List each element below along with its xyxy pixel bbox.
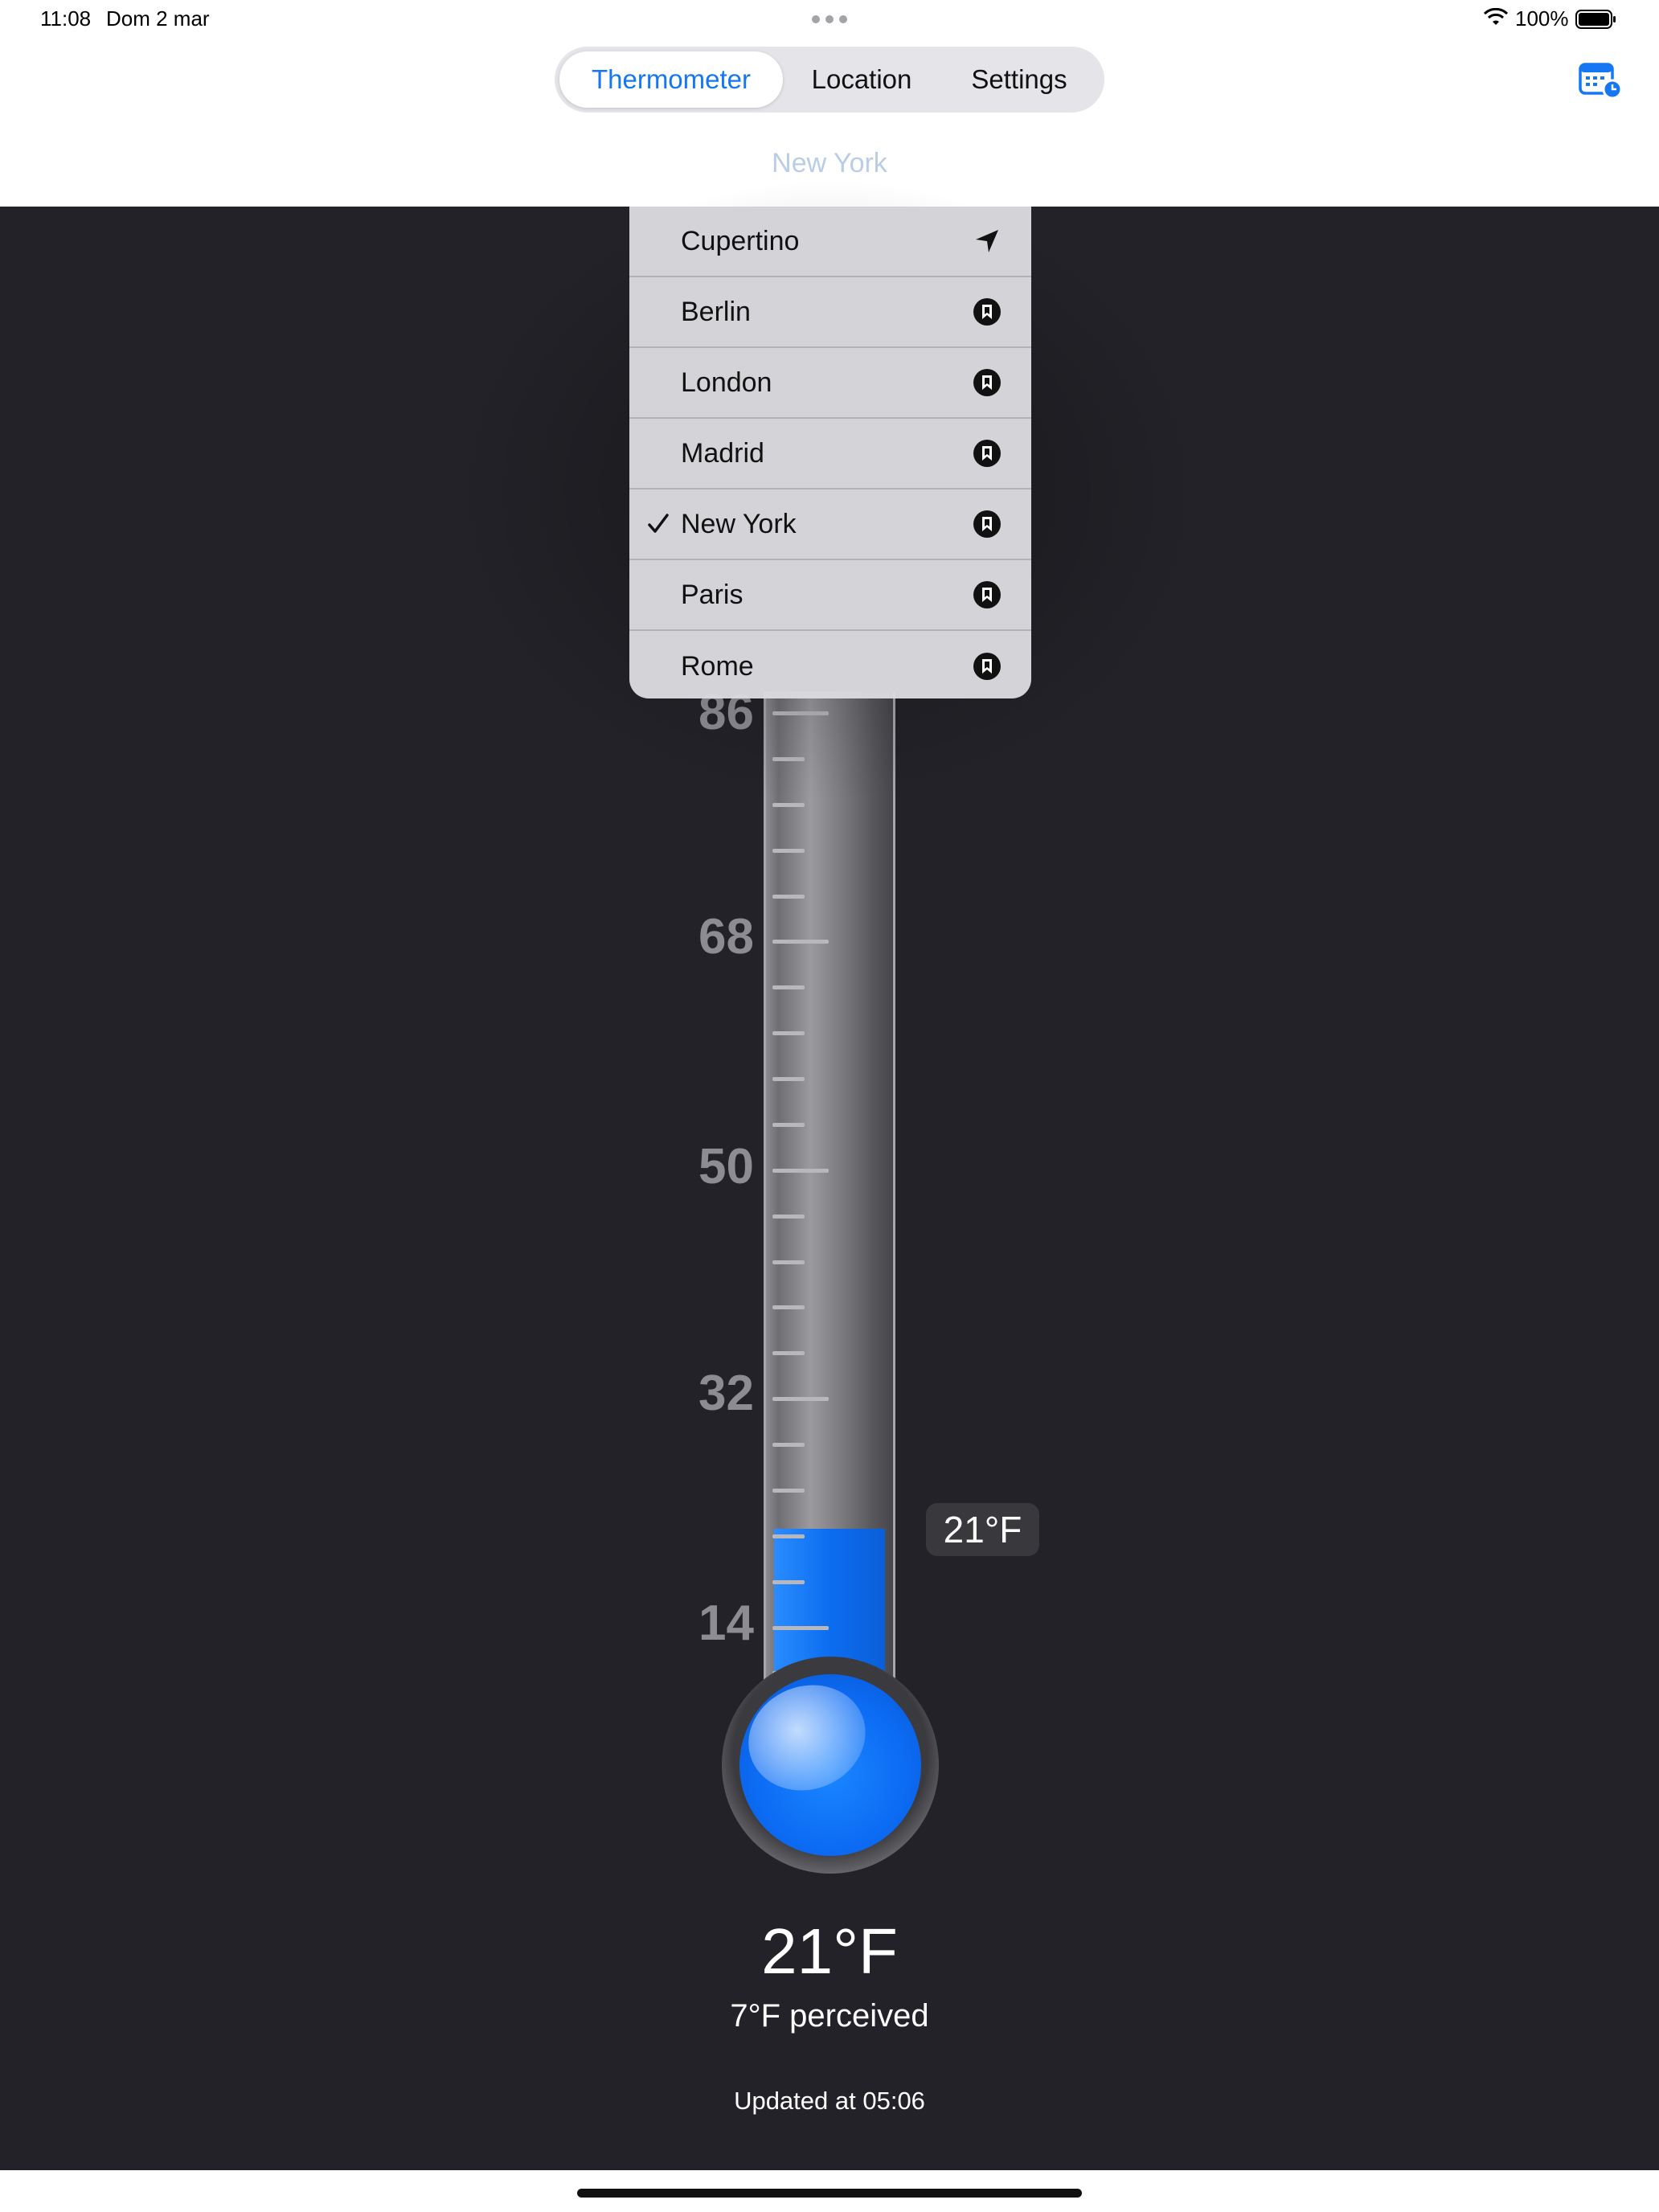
major-tick (772, 1169, 829, 1173)
minor-tick (772, 1031, 805, 1035)
tab-thermometer[interactable]: Thermometer (559, 51, 783, 108)
menu-item-london[interactable]: London (629, 348, 1031, 419)
menu-item-label: London (681, 367, 772, 398)
minor-tick (772, 895, 805, 899)
bookmark-icon (973, 298, 1001, 326)
major-tick (772, 940, 829, 944)
home-indicator[interactable] (577, 2189, 1082, 2198)
bookmark-icon (973, 369, 1001, 396)
battery-icon (1575, 10, 1616, 29)
location-arrow-icon (976, 230, 998, 252)
minor-tick (772, 1443, 805, 1447)
menu-item-paris[interactable]: Paris (629, 560, 1031, 631)
menu-item-label: Rome (681, 650, 754, 682)
calendar-clock-icon[interactable] (1579, 61, 1624, 100)
minor-tick (772, 1489, 805, 1493)
menu-item-madrid[interactable]: Madrid (629, 419, 1031, 490)
bookmark-icon (973, 581, 1001, 608)
menu-item-berlin[interactable]: Berlin (629, 277, 1031, 348)
minor-tick (772, 1580, 805, 1584)
location-title[interactable]: New York (0, 148, 1659, 179)
temperature-callout: 21°F (926, 1503, 1039, 1556)
bookmark-icon (973, 440, 1001, 467)
minor-tick (772, 1215, 805, 1219)
scale-label-50: 50 (698, 1139, 754, 1194)
tab-settings[interactable]: Settings (940, 51, 1098, 108)
battery-percentage: 100% (1515, 6, 1569, 31)
minor-tick (772, 1351, 805, 1355)
menu-item-label: Paris (681, 579, 743, 610)
major-tick (772, 1626, 829, 1630)
scale-label-68: 68 (698, 909, 754, 965)
location-menu: Cupertino Berlin London Madrid New York … (629, 207, 1031, 698)
minor-tick (772, 1305, 805, 1309)
menu-item-label: New York (681, 508, 797, 539)
menu-item-label: Cupertino (681, 225, 800, 256)
minor-tick (772, 1260, 805, 1264)
last-updated: Updated at 05:06 (734, 2087, 925, 2115)
multitasking-dots-icon[interactable] (812, 15, 847, 23)
bookmark-icon (973, 653, 1001, 680)
minor-tick (772, 1077, 805, 1081)
scale-label-14: 14 (698, 1596, 754, 1651)
minor-tick (772, 1534, 805, 1538)
wifi-icon (1484, 8, 1508, 25)
minor-tick (772, 985, 805, 989)
tab-segmented-control: Thermometer Location Settings (555, 47, 1104, 113)
minor-tick (772, 849, 805, 853)
tab-location[interactable]: Location (783, 51, 940, 108)
major-tick (772, 1397, 829, 1401)
bookmark-icon (973, 510, 1001, 538)
checkmark-icon (648, 514, 669, 533)
menu-item-cupertino[interactable]: Cupertino (629, 207, 1031, 277)
scale-label-32: 32 (698, 1366, 754, 1421)
menu-item-new-york[interactable]: New York (629, 490, 1031, 560)
perceived-temperature: 7°F perceived (730, 1998, 929, 2034)
menu-item-label: Berlin (681, 296, 751, 327)
menu-item-label: Madrid (681, 437, 764, 469)
status-time: 11:08 (40, 6, 92, 31)
current-temperature: 21°F (761, 1915, 898, 1987)
minor-tick (772, 1123, 805, 1127)
status-date: Dom 2 mar (106, 6, 210, 31)
top-bar: 11:08 Dom 2 mar 100% Thermometer Locatio… (0, 0, 1659, 207)
menu-item-rome[interactable]: Rome (629, 631, 1031, 698)
